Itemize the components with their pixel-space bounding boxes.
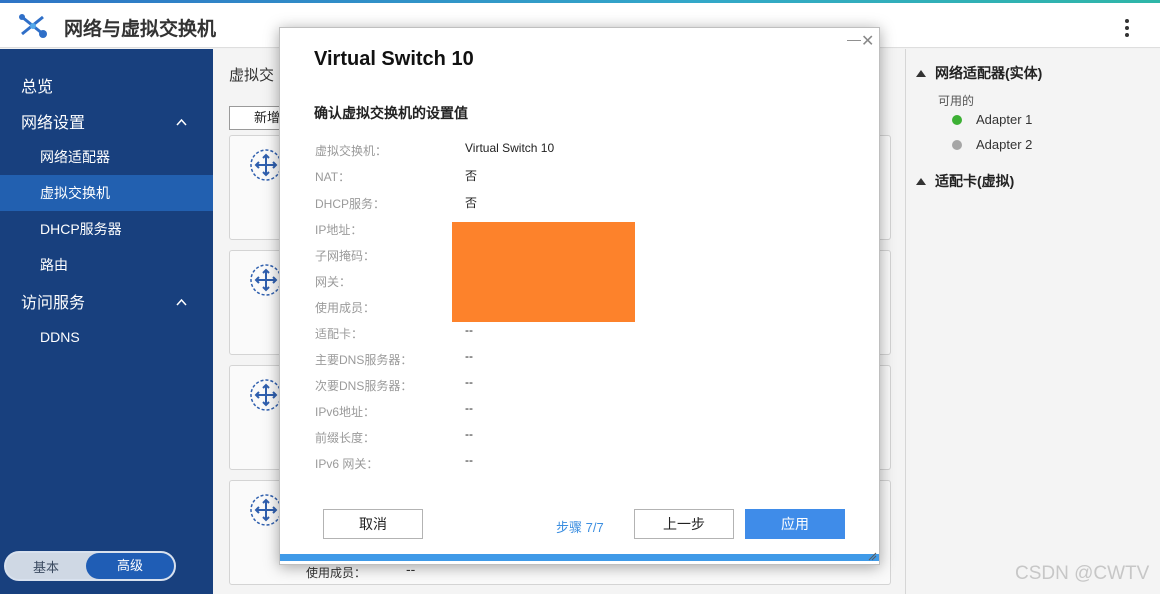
- setting-label: DHCP服务：: [315, 197, 386, 211]
- nav-virtual-switch-label: 虚拟交换机: [40, 185, 110, 201]
- setting-value: --: [465, 323, 473, 337]
- nav-ddns[interactable]: DDNS: [0, 319, 213, 355]
- adapter-item[interactable]: Adapter 2: [952, 137, 1032, 152]
- nav-dhcp-server[interactable]: DHCP服务器: [0, 211, 213, 247]
- setting-value: --: [465, 401, 473, 415]
- setting-label: IP地址：: [315, 223, 363, 237]
- adapter-name: Adapter 2: [976, 137, 1033, 152]
- nav-ddns-label: DDNS: [40, 329, 80, 345]
- nav-overview[interactable]: 总览: [0, 67, 213, 103]
- setting-label: IPv6 网关：: [315, 457, 379, 471]
- dialog-subtitle: 确认虚拟交换机的设置值: [314, 105, 468, 121]
- resize-grip-icon[interactable]: [868, 552, 877, 561]
- card-member-label: 使用成员：: [306, 566, 367, 580]
- page-title: 虚拟交: [229, 67, 275, 84]
- adapter-item[interactable]: Adapter 1: [952, 112, 1032, 127]
- nav-network-adapter-label: 网络适配器: [40, 149, 110, 165]
- setting-value: 否: [465, 169, 478, 183]
- previous-step-button[interactable]: 上一步: [634, 509, 734, 539]
- adapter-panel: 网络适配器(实体) 可用的 Adapter 1 Adapter 2 适配卡(虚拟…: [905, 49, 1160, 594]
- nav-network-adapter[interactable]: 网络适配器: [0, 139, 213, 175]
- status-dot-icon: [952, 114, 962, 125]
- virtual-switch-icon: [250, 149, 282, 181]
- watermark: CSDN @CWTV: [1015, 563, 1150, 584]
- apply-button[interactable]: 应用: [745, 509, 845, 539]
- virtual-switch-icon: [250, 379, 282, 411]
- setting-label: 子网掩码：: [315, 249, 376, 263]
- redaction-block: [452, 222, 635, 322]
- setting-label: 主要DNS服务器：: [315, 353, 413, 367]
- setting-label: 前缀长度：: [315, 431, 376, 445]
- mode-advanced-option[interactable]: 高级: [86, 553, 174, 579]
- setting-value: 否: [465, 196, 478, 210]
- step-indicator: 步骤 7/7: [556, 520, 604, 535]
- setting-label: 次要DNS服务器：: [315, 379, 413, 393]
- virtual-switch-icon: [250, 264, 282, 296]
- mode-toggle[interactable]: 基本 高级: [4, 551, 176, 581]
- setting-label: 网关：: [315, 275, 352, 289]
- nav-routing[interactable]: 路由: [0, 247, 213, 283]
- nav-network-settings-label: 网络设置: [21, 115, 86, 132]
- network-switch-logo-icon: [19, 14, 47, 38]
- setting-value: --: [465, 453, 473, 467]
- setting-label: 虚拟交换机：: [315, 144, 388, 158]
- collapse-triangle-icon: [916, 69, 926, 77]
- nav-dhcp-server-label: DHCP服务器: [40, 221, 122, 237]
- confirm-settings-dialog: — ✕ Virtual Switch 10 确认虚拟交换机的设置值 虚拟交换机：…: [279, 27, 880, 565]
- chevron-up-icon: [176, 298, 187, 306]
- nav-access-services[interactable]: 访问服务: [0, 283, 213, 319]
- setting-value: --: [465, 427, 473, 441]
- setting-value: --: [465, 375, 473, 389]
- close-icon[interactable]: ✕: [861, 31, 874, 51]
- wizard-progress-bar: [280, 554, 879, 561]
- virtual-switch-icon: [250, 494, 282, 526]
- available-label: 可用的: [938, 94, 975, 108]
- physical-adapters-label: 网络适配器(实体): [935, 65, 1043, 81]
- more-menu-icon[interactable]: [1116, 16, 1138, 40]
- status-dot-icon: [952, 139, 962, 150]
- nav-network-settings[interactable]: 网络设置: [0, 103, 213, 139]
- virtual-adapters-label: 适配卡(虚拟): [935, 173, 1015, 189]
- setting-label: NAT：: [315, 170, 351, 184]
- adapter-name: Adapter 1: [976, 112, 1033, 127]
- setting-label: 适配卡：: [315, 327, 364, 341]
- app-title: 网络与虚拟交换机: [64, 19, 217, 40]
- collapse-triangle-icon: [916, 177, 926, 185]
- nav-virtual-switch[interactable]: 虚拟交换机: [0, 175, 213, 211]
- mode-basic-option[interactable]: 基本: [6, 557, 86, 576]
- dialog-title: Virtual Switch 10: [314, 48, 474, 70]
- setting-label: IPv6地址：: [315, 405, 376, 419]
- setting-value: Virtual Switch 10: [465, 141, 555, 155]
- chevron-up-icon: [176, 118, 187, 126]
- nav-overview-label: 总览: [21, 79, 54, 96]
- setting-label: 使用成员：: [315, 301, 376, 315]
- physical-adapters-header[interactable]: 网络适配器(实体): [916, 63, 1042, 83]
- virtual-adapters-header[interactable]: 适配卡(虚拟): [916, 171, 1014, 191]
- setting-value: --: [465, 349, 473, 363]
- cancel-button[interactable]: 取消: [323, 509, 423, 539]
- minimize-icon[interactable]: —: [847, 31, 861, 47]
- nav-access-services-label: 访问服务: [21, 295, 86, 312]
- sidebar: 总览 网络设置 网络适配器 虚拟交换机 DHCP服务器 路由 访问服务 DDNS…: [0, 49, 213, 594]
- nav-routing-label: 路由: [40, 257, 68, 273]
